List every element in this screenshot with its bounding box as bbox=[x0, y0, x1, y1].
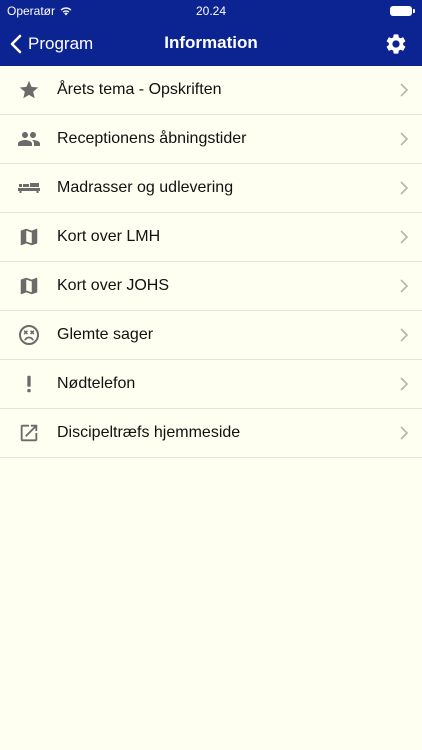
chevron-right-icon bbox=[386, 426, 422, 440]
list-item-label: Glemte sager bbox=[57, 326, 154, 343]
list-item-label: Madrasser og udlevering bbox=[57, 179, 234, 196]
chevron-right-icon bbox=[386, 230, 422, 244]
chevron-right-icon bbox=[386, 83, 422, 97]
list-item[interactable]: Discipeltræfs hjemmeside bbox=[0, 409, 422, 458]
settings-button[interactable] bbox=[382, 30, 410, 58]
list-item[interactable]: Receptionens åbningstider bbox=[0, 115, 422, 164]
list-item-label: Nødtelefon bbox=[57, 375, 136, 392]
people-icon bbox=[0, 115, 57, 164]
header: Operatør 20.24 Program Information bbox=[0, 0, 422, 66]
map-icon bbox=[0, 213, 57, 262]
list-item-label: Kort over JOHS bbox=[57, 277, 170, 294]
chevron-right-icon bbox=[386, 279, 422, 293]
chevron-right-icon bbox=[386, 181, 422, 195]
list-item[interactable]: Kort over JOHS bbox=[0, 262, 422, 311]
gear-icon bbox=[386, 34, 406, 54]
chevron-right-icon bbox=[386, 377, 422, 391]
battery-icon bbox=[390, 6, 415, 16]
list-item[interactable]: Årets tema - Opskriften bbox=[0, 66, 422, 115]
sad-face-icon bbox=[0, 311, 57, 360]
status-bar: Operatør 20.24 bbox=[0, 0, 422, 22]
open-in-new-icon bbox=[0, 409, 57, 458]
chevron-right-icon bbox=[386, 328, 422, 342]
list-item[interactable]: Kort over LMH bbox=[0, 213, 422, 262]
status-time: 20.24 bbox=[195, 4, 227, 18]
chevron-right-icon bbox=[386, 132, 422, 146]
page-title: Information bbox=[164, 33, 258, 52]
list-item-label: Discipeltræfs hjemmeside bbox=[57, 424, 241, 441]
list-item-label: Receptionens åbningstider bbox=[57, 130, 247, 147]
list-item[interactable]: Glemte sager bbox=[0, 311, 422, 360]
list-item[interactable]: Madrasser og udlevering bbox=[0, 164, 422, 213]
list-item-label: Kort over LMH bbox=[57, 228, 161, 245]
list-item-label: Årets tema - Opskriften bbox=[57, 81, 222, 98]
map-icon bbox=[0, 262, 57, 311]
list-item[interactable]: Nødtelefon bbox=[0, 360, 422, 409]
star-icon bbox=[0, 66, 57, 115]
information-list: Årets tema - Opskriften Receptionens åbn… bbox=[0, 66, 422, 458]
exclamation-icon bbox=[0, 360, 57, 409]
bed-icon bbox=[0, 164, 57, 213]
navigation-bar: Program Information bbox=[0, 22, 422, 66]
